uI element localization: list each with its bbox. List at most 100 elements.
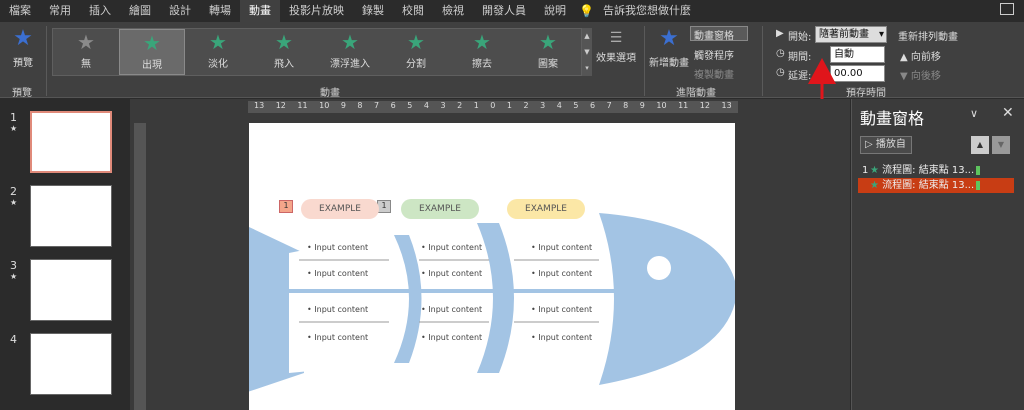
effect-label: 漂浮進入 — [330, 59, 370, 70]
content-item[interactable]: • Input content — [421, 243, 482, 252]
content-item[interactable]: • Input content — [307, 243, 368, 252]
effect-item[interactable]: ★ 飛入 — [251, 29, 317, 75]
animation-list-item[interactable]: ★ 流程圖: 結束點 13... — [858, 178, 1014, 193]
tab-8[interactable]: 錄製 — [353, 0, 393, 22]
add-animation-star-icon: ★ — [659, 26, 679, 51]
effect-item[interactable]: ★ 分割 — [383, 29, 449, 75]
tab-1[interactable]: 常用 — [40, 0, 80, 22]
content-item[interactable]: • Input content — [307, 333, 368, 342]
tell-me-search[interactable]: 告訴我您想做什麼 — [594, 0, 700, 22]
horizontal-ruler: 13 12 11 10 9 8 7 6 5 4 3 2 1 0 1 2 3 4 5 6 7 8 9 10 11 12 13 — [248, 101, 738, 113]
tab-11[interactable]: 開發人員 — [473, 0, 535, 22]
effect-label: 圖案 — [538, 59, 558, 70]
ruler-tick: 12 — [699, 101, 710, 110]
gallery-scroll[interactable]: ▲ ▼ ▾ — [582, 28, 592, 76]
tab-12[interactable]: 說明 — [535, 0, 575, 22]
ruler-tick: 8 — [357, 101, 363, 110]
slide-thumbnail[interactable] — [30, 259, 112, 321]
ruler-tick: 13 — [254, 101, 265, 110]
fish-head — [599, 213, 735, 385]
fish-eye — [647, 256, 671, 280]
play-from-label: 播放自 — [875, 139, 906, 150]
pane-options-chevron-icon[interactable]: ∨ — [970, 107, 978, 120]
tab-3[interactable]: 繪圖 — [120, 0, 160, 22]
content-text: Input content — [428, 305, 483, 314]
animation-list-item[interactable]: 1 ★ 流程圖: 結束點 13... — [858, 163, 1014, 178]
ruler-tick: 6 — [390, 101, 396, 110]
animation-star-icon: ★ — [10, 124, 18, 133]
preview-star-icon: ★ — [13, 26, 33, 51]
preview-button[interactable]: ★ 預覽 — [6, 26, 40, 70]
content-text: Input content — [428, 269, 483, 278]
content-item[interactable]: • Input content — [531, 333, 592, 342]
move-down-button[interactable]: ▼ — [992, 136, 1010, 154]
content-text: Input content — [538, 269, 593, 278]
effect-item[interactable]: ★ 擦去 — [449, 29, 515, 75]
effect-item[interactable]: ★ 圖案 — [515, 29, 581, 75]
divider — [46, 26, 47, 96]
tab-5[interactable]: 轉場 — [200, 0, 240, 22]
category-head[interactable]: EXAMPLE — [301, 199, 379, 219]
divider — [762, 26, 763, 96]
effect-item[interactable]: ★ 漂浮進入 — [317, 29, 383, 75]
slide-thumbnail[interactable] — [30, 333, 112, 395]
category-head[interactable]: EXAMPLE — [507, 199, 585, 219]
pane-title: 動畫窗格 — [860, 109, 925, 128]
play-from-button[interactable]: ▷ 播放自 — [860, 136, 912, 154]
ruler-tick: 11 — [678, 101, 689, 110]
effect-item[interactable]: ★ 出現 — [119, 29, 185, 75]
animation-order: 1 — [862, 165, 869, 176]
ruler-tick: 2 — [523, 101, 529, 110]
content-item[interactable]: • Input content — [421, 333, 482, 342]
animation-badge-1[interactable]: 1 — [279, 200, 293, 213]
comment-icon[interactable] — [1000, 3, 1014, 15]
trigger-button[interactable]: 觸發程序 — [694, 47, 734, 62]
add-animation-button[interactable]: ★ 新增動畫 — [648, 26, 690, 70]
close-icon[interactable]: ✕ — [1002, 105, 1014, 121]
tab-7[interactable]: 投影片放映 — [280, 0, 353, 22]
content-item[interactable]: • Input content — [531, 305, 592, 314]
content-text: Input content — [538, 333, 593, 342]
content-item[interactable]: • Input content — [307, 269, 368, 278]
animation-item-label: 流程圖: 結束點 13... — [882, 180, 975, 191]
reorder-title: 重新排列動畫 — [898, 32, 958, 43]
move-up-button[interactable]: ▲ — [971, 136, 989, 154]
tab-6[interactable]: 動畫 — [240, 0, 280, 22]
effect-options-button[interactable]: ☰ 效果選項 — [596, 30, 636, 65]
effect-label: 出現 — [142, 60, 162, 71]
tab-4[interactable]: 設計 — [160, 0, 200, 22]
star-icon: ★ — [870, 180, 883, 191]
move-earlier-button[interactable]: ▲ 向前移 — [900, 48, 941, 63]
start-label: 開始: — [788, 32, 812, 43]
content-item[interactable]: • Input content — [531, 243, 592, 252]
star-icon: ★ — [473, 30, 491, 54]
ruler-tick: 10 — [319, 101, 330, 110]
effect-item[interactable]: ★ 無 — [53, 29, 119, 75]
slide-thumbnail[interactable] — [30, 111, 112, 173]
star-icon: ★ — [143, 31, 161, 55]
tab-10[interactable]: 檢視 — [433, 0, 473, 22]
slide-thumbnail[interactable] — [30, 185, 112, 247]
animation-badge-2[interactable]: 1 — [377, 200, 391, 213]
content-text: Input content — [314, 333, 369, 342]
add-animation-label: 新增動畫 — [649, 58, 689, 69]
content-item[interactable]: • Input content — [421, 305, 482, 314]
content-text: Input content — [428, 243, 483, 252]
category-head[interactable]: EXAMPLE — [401, 199, 479, 219]
star-icon: ★ — [275, 30, 293, 54]
tab-0[interactable]: 檔案 — [0, 0, 40, 22]
slide-canvas[interactable]: 1 1 EXAMPLE EXAMPLE EXAMPLE • Input conten… — [249, 123, 735, 410]
start-dropdown[interactable]: 隨著前動畫 ▾ — [815, 26, 887, 43]
move-later-button[interactable]: ▼ 向後移 — [900, 67, 941, 82]
effect-item[interactable]: ★ 淡化 — [185, 29, 251, 75]
move-later-label: 向後移 — [910, 71, 941, 82]
content-item[interactable]: • Input content — [531, 269, 592, 278]
tab-2[interactable]: 插入 — [80, 0, 120, 22]
ruler-tick: 7 — [374, 101, 380, 110]
content-item[interactable]: • Input content — [421, 269, 482, 278]
content-item[interactable]: • Input content — [307, 305, 368, 314]
tab-9[interactable]: 校閱 — [393, 0, 433, 22]
animation-painter-button[interactable]: 複製動畫 — [694, 66, 734, 81]
ruler-tick: 4 — [556, 101, 562, 110]
lightbulb-icon: 💡 — [579, 4, 594, 18]
